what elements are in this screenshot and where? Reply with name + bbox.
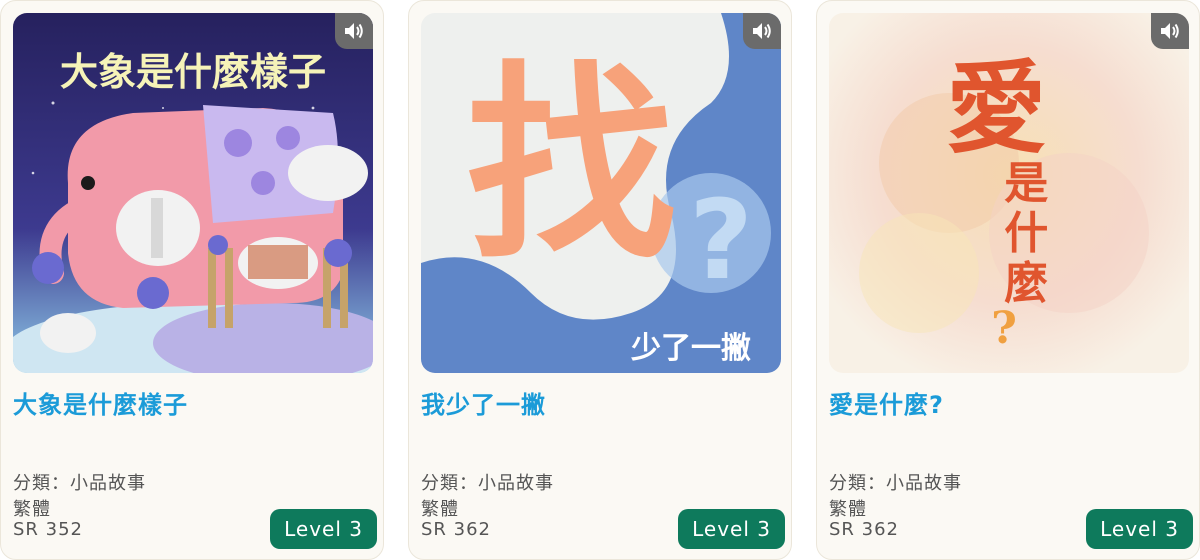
audio-button[interactable] — [335, 13, 373, 49]
book-sr: SR 362 — [829, 519, 900, 540]
speaker-icon — [1161, 23, 1179, 39]
audio-button[interactable] — [1151, 13, 1189, 49]
cover-illustration: ? 找 少了一撇 — [421, 13, 781, 373]
cover-title-text: 找 — [466, 43, 676, 288]
book-category: 分類：小品故事 — [829, 473, 962, 494]
audio-button[interactable] — [743, 13, 781, 49]
cover-illustration: 大象是什麼樣子 — [13, 13, 373, 373]
book-title[interactable]: 我少了一撇 — [421, 385, 781, 420]
speaker-icon — [753, 23, 771, 39]
book-category: 分類：小品故事 — [421, 473, 554, 494]
cover-illustration: 愛 是 什 麼 ? — [829, 13, 1189, 373]
book-category: 分類：小品故事 — [13, 473, 146, 494]
book-script: 繁體 — [829, 499, 867, 520]
svg-text:?: ? — [689, 176, 753, 304]
level-badge[interactable]: Level 3 — [678, 509, 785, 549]
book-grid: 大象是什麼樣子 大象是什麼樣子 分類：小品故事 繁體 SR 352 Level … — [0, 0, 1200, 560]
book-cover[interactable]: ? 找 少了一撇 — [421, 13, 781, 373]
book-cover[interactable]: 愛 是 什 麼 ? — [829, 13, 1189, 373]
level-badge[interactable]: Level 3 — [1086, 509, 1193, 549]
book-sr: SR 362 — [421, 519, 492, 540]
book-cover[interactable]: 大象是什麼樣子 — [13, 13, 373, 373]
book-script: 繁體 — [13, 499, 51, 520]
cover-subtitle-text: 少了一撇 — [631, 331, 751, 366]
book-card[interactable]: ? 找 少了一撇 我少了一撇 分類：小品故事 繁體 SR 362 Level 3 — [408, 0, 792, 560]
level-badge[interactable]: Level 3 — [270, 509, 377, 549]
book-script: 繁體 — [421, 499, 459, 520]
book-title[interactable]: 愛是什麼? — [829, 385, 1189, 420]
book-title[interactable]: 大象是什麼樣子 — [13, 385, 373, 420]
book-card[interactable]: 大象是什麼樣子 大象是什麼樣子 分類：小品故事 繁體 SR 352 Level … — [0, 0, 384, 560]
book-sr: SR 352 — [13, 519, 84, 540]
speaker-icon — [345, 23, 363, 39]
cover-title-text: 大象是什麼樣子 — [60, 50, 326, 94]
book-card[interactable]: 愛 是 什 麼 ? 愛是什麼? 分類：小品故事 繁體 SR 362 Level … — [816, 0, 1200, 560]
